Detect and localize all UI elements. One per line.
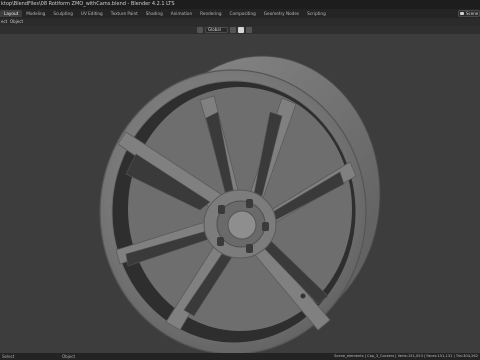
lug-hole bbox=[217, 237, 224, 246]
tab-modeling[interactable]: Modeling bbox=[22, 10, 49, 17]
scene-statistics: Scene_elements | Cap_3_Cockers | Verts:1… bbox=[334, 354, 478, 358]
tab-animation[interactable]: Animation bbox=[167, 10, 196, 17]
tab-uv-editing[interactable]: UV Editing bbox=[77, 10, 107, 17]
tab-layout[interactable]: Layout bbox=[0, 10, 23, 17]
tab-rendering[interactable]: Rendering bbox=[196, 10, 225, 17]
status-object-hint: Object bbox=[62, 354, 76, 359]
valve-stem-hole bbox=[300, 293, 306, 299]
window-controls bbox=[438, 0, 480, 9]
workspace-tab-bar: Layout Modeling Sculpting UV Editing Texture… bbox=[0, 9, 480, 18]
tab-shading[interactable]: Shading bbox=[142, 10, 167, 17]
tab-geometry-nodes[interactable]: Geometry Nodes bbox=[260, 10, 303, 17]
edit-menu[interactable]: ect bbox=[1, 19, 7, 24]
status-bar: Select Object Scene_elements | Cap_3_Coc… bbox=[0, 353, 480, 360]
transform-global-icon[interactable] bbox=[197, 27, 203, 33]
proportional-edit-icon[interactable] bbox=[237, 27, 244, 33]
window-title: ktop\BlendFiles\08 Rotiform ZMO_withCams… bbox=[1, 1, 175, 7]
scene-selector[interactable]: Scene bbox=[458, 10, 480, 17]
lug-hole bbox=[218, 205, 225, 214]
tab-compositing[interactable]: Compositing bbox=[226, 10, 260, 17]
close-icon[interactable] bbox=[466, 0, 480, 9]
lug-hole bbox=[262, 222, 269, 231]
3d-viewport[interactable] bbox=[0, 34, 480, 353]
status-select-hint: Select bbox=[2, 354, 15, 359]
tab-texture-paint[interactable]: Texture Paint bbox=[107, 10, 142, 17]
scene-selector-value: Scene bbox=[466, 11, 479, 16]
maximize-icon[interactable] bbox=[452, 0, 466, 9]
lug-hole bbox=[246, 244, 253, 253]
tab-sculpting[interactable]: Sculpting bbox=[49, 10, 77, 17]
pivot-icon[interactable] bbox=[245, 27, 252, 33]
scene-icon bbox=[460, 12, 464, 15]
transform-controls: Global bbox=[197, 27, 252, 33]
viewport-toolbar: Global bbox=[0, 26, 480, 34]
tab-scripting[interactable]: Scripting bbox=[303, 10, 330, 17]
title-bar: ktop\BlendFiles\08 Rotiform ZMO_withCams… bbox=[0, 0, 480, 9]
viewport-header: ect Object bbox=[0, 18, 480, 26]
minimize-icon[interactable] bbox=[438, 0, 452, 9]
lug-hole bbox=[246, 199, 253, 208]
wheel-center-cap bbox=[227, 210, 257, 240]
transform-orientation-select[interactable]: Global bbox=[205, 27, 228, 33]
wheel-render bbox=[99, 55, 381, 353]
workspace-tabs: Layout Modeling Sculpting UV Editing Texture… bbox=[0, 10, 330, 17]
object-menu[interactable]: Object bbox=[10, 19, 23, 24]
snap-icon[interactable] bbox=[229, 27, 236, 33]
